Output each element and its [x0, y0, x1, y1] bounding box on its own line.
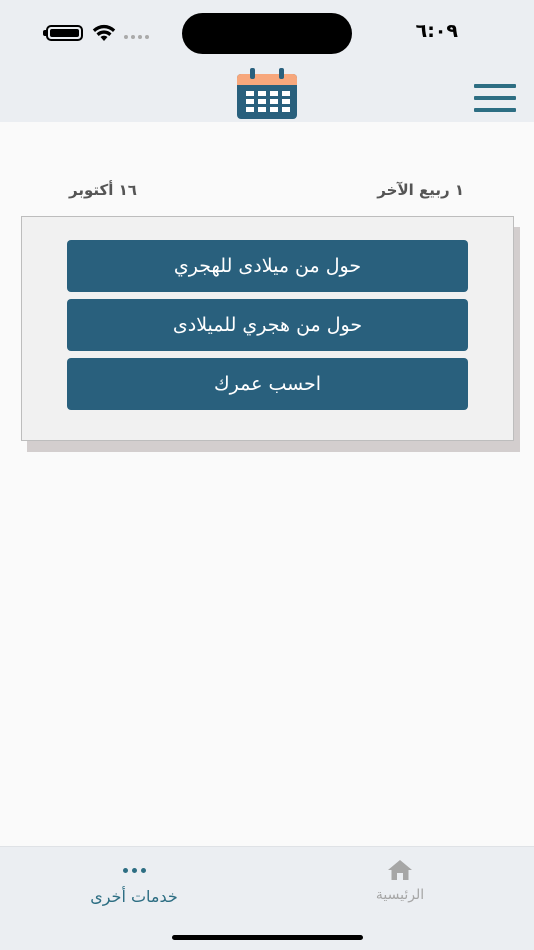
home-indicator — [172, 935, 363, 940]
actions-card: حول من ميلادى للهجري حول من هجري للميلاد… — [21, 216, 514, 441]
home-icon — [388, 860, 412, 880]
tab-other-services-label: خدمات أخرى — [90, 887, 178, 906]
tab-home[interactable]: الرئيسية — [330, 857, 470, 903]
app-header — [0, 64, 534, 122]
hijri-date: ١ ربيع الآخر — [377, 181, 464, 199]
tab-home-label: الرئيسية — [375, 887, 425, 903]
dynamic-island — [182, 13, 352, 54]
wifi-icon — [92, 24, 116, 41]
status-bar: ٦:٠٩ — [0, 0, 534, 64]
calculate-age-button[interactable]: احسب عمرك — [67, 358, 468, 410]
gregorian-date: ١٦ أكتوبر — [69, 181, 137, 199]
gregorian-to-hijri-button[interactable]: حول من ميلادى للهجري — [67, 240, 468, 292]
hamburger-menu-icon[interactable] — [474, 84, 516, 112]
more-dots-icon — [122, 867, 146, 873]
today-dates: ١ ربيع الآخر ١٦ أكتوبر — [0, 181, 534, 203]
battery-icon — [43, 25, 83, 41]
tab-other-services[interactable]: خدمات أخرى — [64, 857, 204, 906]
cellular-signal-icon — [124, 35, 149, 39]
status-time: ٦:٠٩ — [415, 20, 458, 42]
hijri-to-gregorian-button[interactable]: حول من هجري للميلادى — [67, 299, 468, 351]
calendar-icon — [237, 68, 297, 119]
